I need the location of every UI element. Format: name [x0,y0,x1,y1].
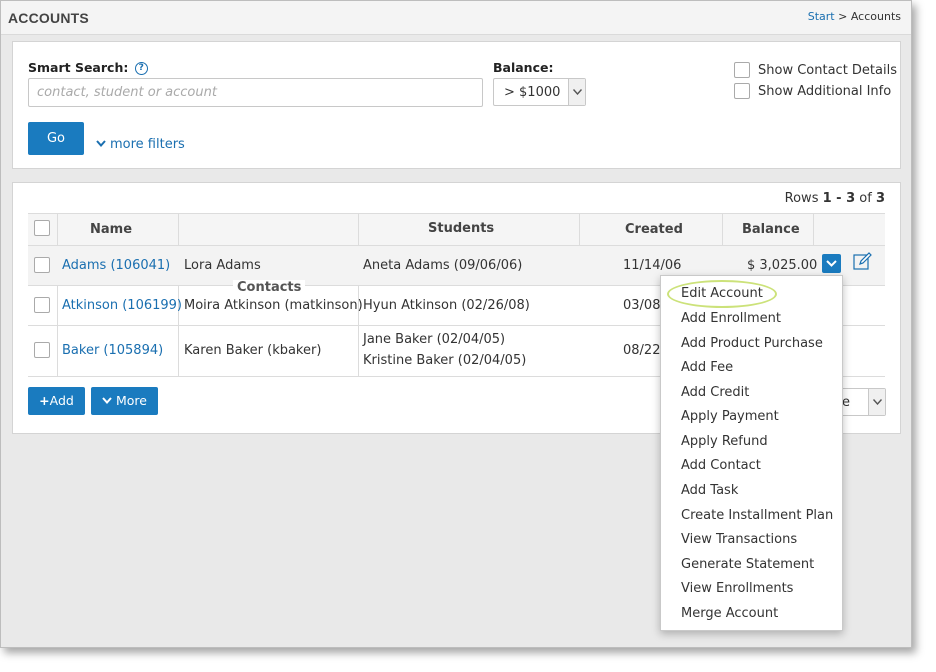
menu-item-merge-account[interactable]: Merge Account [681,606,778,621]
chevron-down-icon[interactable] [568,79,585,105]
show-contact-details-label: Show Contact Details [758,63,897,78]
row-checkbox[interactable] [34,257,50,273]
menu-item-edit-account[interactable]: Edit Account [681,286,763,301]
rows-prefix: Rows [784,191,823,206]
menu-item-view-enrollments[interactable]: View Enrollments [681,581,793,596]
menu-item-add-enrollment[interactable]: Add Enrollment [681,311,781,326]
breadcrumb: Start > Accounts [808,10,901,23]
smart-search-label: Smart Search: ? [28,60,148,75]
add-button-label: Add [49,393,74,408]
student-cell: Aneta Adams (09/06/06) [363,258,523,273]
help-icon[interactable]: ? [134,62,148,75]
menu-item-apply-payment[interactable]: Apply Payment [681,409,779,424]
student-cell: Hyun Atkinson (02/26/08) [363,298,530,313]
breadcrumb-start-link[interactable]: Start [808,10,835,23]
account-link[interactable]: Baker (105894) [62,343,163,358]
breadcrumb-current: Accounts [850,10,901,23]
show-additional-info-label: Show Additional Info [758,84,892,99]
edit-icon[interactable] [853,252,873,271]
menu-item-add-credit[interactable]: Add Credit [681,385,749,400]
show-additional-info-checkbox[interactable] [734,83,750,99]
account-link[interactable]: Atkinson (106199) [62,298,182,313]
header-students[interactable]: Students [428,221,494,236]
menu-item-view-transactions[interactable]: View Transactions [681,532,797,547]
more-filters-link[interactable]: more filters [96,137,185,152]
column-divider [722,214,723,246]
row-actions-menu: Edit Account Add Enrollment Add Product … [660,275,843,631]
menu-item-create-installment-plan[interactable]: Create Installment Plan [681,508,833,523]
balance-cell: $ 3,025.00 [747,258,818,273]
created-cell: 11/14/06 [623,258,682,273]
rows-to: 3 [846,191,856,206]
row-checkbox[interactable] [34,342,50,358]
smart-search-label-text: Smart Search: [28,60,129,75]
chevron-down-icon[interactable] [868,389,885,415]
header-created[interactable]: Created [625,222,683,237]
plus-icon: + [39,393,50,408]
breadcrumb-separator: > [838,10,848,23]
more-button[interactable]: More [91,387,158,415]
balance-select-value: > $1000 [504,85,561,100]
menu-item-generate-statement[interactable]: Generate Statement [681,557,814,572]
contact-cell: Lora Adams [184,258,261,273]
row-actions-dropdown[interactable] [822,254,841,273]
go-button[interactable]: Go [28,122,84,155]
column-divider [813,214,814,246]
menu-item-add-fee[interactable]: Add Fee [681,360,733,375]
account-link[interactable]: Adams (106041) [62,258,170,273]
column-divider [579,214,580,246]
menu-item-add-contact[interactable]: Add Contact [681,458,761,473]
balance-select[interactable]: > $1000 [493,78,586,106]
chevron-down-icon [96,140,106,147]
header-balance[interactable]: Balance [742,222,800,237]
accounts-window: ACCOUNTS Start > Accounts Smart Search: … [0,0,912,648]
menu-item-add-task[interactable]: Add Task [681,483,738,498]
student-cell: Jane Baker (02/04/05) [363,332,506,347]
rows-count: Rows 1 - 3 of 3 [785,191,885,206]
created-cell: 03/08/ [623,298,665,313]
menu-item-add-product-purchase[interactable]: Add Product Purchase [681,336,823,351]
rows-from: 1 [822,191,832,206]
menu-item-apply-refund[interactable]: Apply Refund [681,434,768,449]
contact-cell: Moira Atkinson (matkinson) [184,298,363,313]
page-size-value: e [842,395,850,410]
page-header: ACCOUNTS Start > Accounts [1,1,911,35]
more-button-label: More [116,393,147,408]
table-header: Name Students Created Balance [28,214,885,246]
row-checkbox[interactable] [34,297,50,313]
balance-label: Balance: [493,60,554,75]
student-cell: Kristine Baker (02/04/05) [363,353,527,368]
rows-dash: - [831,191,847,206]
smart-search-input[interactable] [28,78,483,107]
created-cell: 08/22/ [623,343,665,358]
more-filters-text: more filters [110,137,185,152]
chevron-down-icon [826,260,837,267]
rows-total: 3 [875,191,885,206]
select-all-checkbox[interactable] [34,220,50,236]
add-button[interactable]: +Add [28,387,85,415]
rows-of: of [855,191,876,206]
page-title: ACCOUNTS [8,10,89,26]
show-contact-details-checkbox[interactable] [734,62,750,78]
contact-cell: Karen Baker (kbaker) [184,343,322,358]
search-panel: Smart Search: ? Balance: > $1000 Show Co… [12,41,901,169]
header-name[interactable]: Name [90,222,132,237]
chevron-down-icon [102,397,112,404]
